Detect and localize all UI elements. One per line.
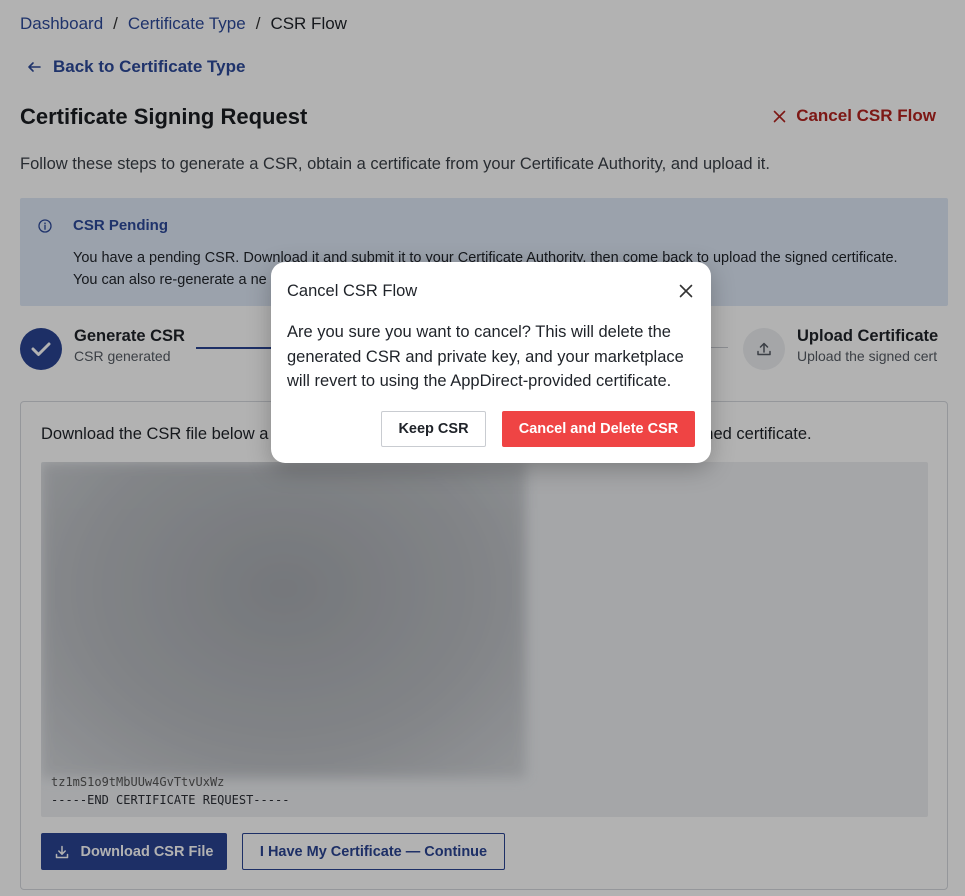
cancel-and-delete-csr-button[interactable]: Cancel and Delete CSR <box>502 411 695 447</box>
close-icon <box>679 284 693 298</box>
keep-csr-button[interactable]: Keep CSR <box>381 411 486 447</box>
dialog-close-button[interactable] <box>678 283 694 299</box>
cancel-csr-dialog: Cancel CSR Flow Are you sure you want to… <box>271 262 711 463</box>
dialog-body: Are you sure you want to cancel? This wi… <box>287 323 684 390</box>
dialog-title: Cancel CSR Flow <box>287 282 418 300</box>
page: Dashboard / Certificate Type / CSR Flow … <box>0 0 965 896</box>
